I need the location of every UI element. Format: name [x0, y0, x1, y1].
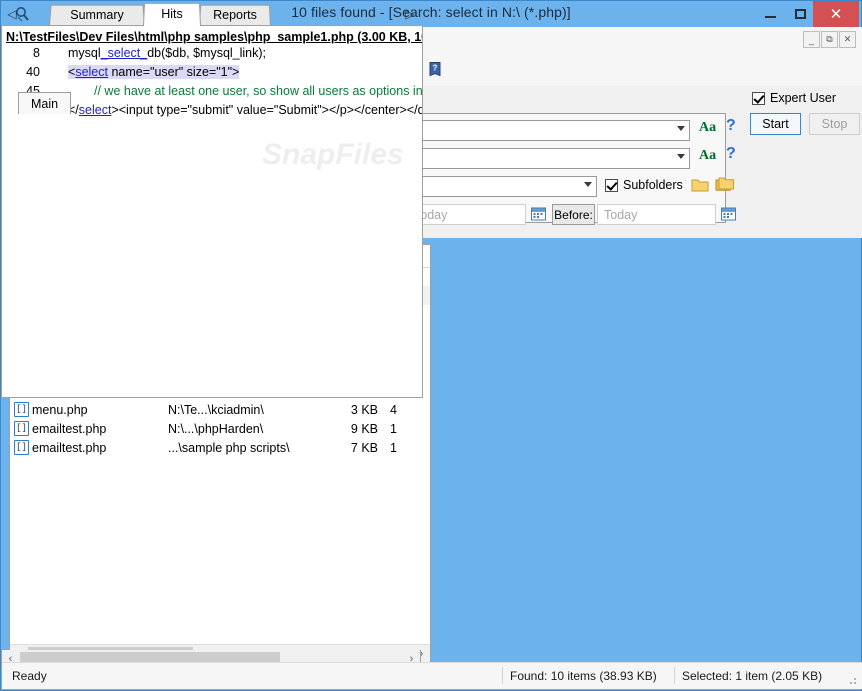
- php-file-icon: []: [14, 402, 29, 417]
- resize-grip[interactable]: [846, 674, 858, 686]
- application-window: 10 files found - [Search: select in N:\ …: [0, 0, 862, 691]
- before-calendar-icon[interactable]: [720, 205, 737, 225]
- cell-size: 7 KB: [310, 441, 378, 455]
- status-selected: Selected: 1 item (2.05 KB): [682, 663, 822, 688]
- maximize-button[interactable]: [785, 1, 815, 27]
- tab-scroll-prev-arrow[interactable]: ◁: [5, 5, 19, 23]
- php-file-icon: []: [14, 421, 29, 436]
- table-row[interactable]: []emailtest.php N:\...\phpHarden\ 9 KB 1: [10, 419, 430, 438]
- status-divider-1: [502, 667, 503, 684]
- chevron-down-icon[interactable]: [677, 126, 685, 131]
- hit-line-number: 40: [16, 65, 40, 79]
- stop-button[interactable]: Stop: [809, 113, 860, 135]
- expert-user-label: Expert User: [770, 91, 836, 105]
- tab-summary[interactable]: Summary: [49, 4, 145, 26]
- cell-location: N:\Te...\kciadmin\: [168, 403, 264, 417]
- modified-after-input[interactable]: Today: [407, 204, 526, 225]
- status-ready: Ready: [12, 663, 47, 688]
- cell-location: N:\...\phpHarden\: [168, 422, 263, 436]
- detail-pane: ◁ Summary Hits Reports ▷ N:\TestFiles\De…: [1, 1, 423, 420]
- cell-size: 3 KB: [310, 403, 378, 417]
- subfolders-label: Subfolders: [623, 178, 683, 192]
- file-name-help-icon[interactable]: ?: [726, 117, 736, 135]
- cell-location: ...\sample php scripts\: [168, 441, 290, 455]
- multiple-folders-icon[interactable]: [715, 176, 735, 196]
- checkbox-checked-icon: [605, 179, 618, 192]
- cell-name: emailtest.php: [32, 441, 106, 455]
- cell-hits: 1: [390, 441, 397, 455]
- detail-tabs: ◁ Summary Hits Reports ▷: [1, 1, 423, 26]
- hit-line-text: <select name="user" size="1">: [68, 65, 239, 79]
- status-bar: Ready Found: 10 items (38.93 KB) Selecte…: [2, 662, 862, 689]
- minimize-button[interactable]: [755, 1, 785, 27]
- chevron-down-icon-2[interactable]: [677, 154, 685, 159]
- mdi-minimize-button[interactable]: _: [803, 31, 820, 48]
- table-row[interactable]: []emailtest.php ...\sample php scripts\ 7 …: [10, 438, 430, 457]
- hit-line-text: mysql_select_db($db, $mysql_link);: [68, 46, 266, 60]
- hits-content[interactable]: N:\TestFiles\Dev Files\html\php samples\…: [1, 25, 423, 398]
- help-book-icon[interactable]: ?: [420, 54, 450, 84]
- tab-summary-label: Summary: [70, 8, 123, 22]
- tab-hits[interactable]: Hits: [143, 2, 201, 26]
- tab-reports[interactable]: Reports: [199, 4, 271, 26]
- hit-file-header[interactable]: N:\TestFiles\Dev Files\html\php samples\…: [6, 30, 422, 44]
- folder-icon[interactable]: [691, 177, 709, 196]
- checkbox-checked-icon-2: [752, 92, 765, 105]
- containing-text-help-icon[interactable]: ?: [726, 145, 736, 163]
- hit-line-text: </select><input type="submit" value="Sub…: [68, 103, 423, 117]
- close-button[interactable]: ✕: [813, 1, 859, 27]
- mdi-window-buttons: _ ⧉ ✕: [802, 31, 856, 48]
- tab-main[interactable]: Main: [18, 92, 71, 114]
- file-name-match-case-icon[interactable]: Aa: [699, 120, 716, 136]
- tab-hits-label: Hits: [161, 7, 183, 21]
- tab-scroll-next-arrow[interactable]: ▷: [403, 5, 417, 23]
- hit-line-number: 8: [16, 46, 40, 60]
- tab-reports-label: Reports: [213, 8, 257, 22]
- start-button[interactable]: Start: [750, 113, 801, 135]
- cell-hits: 1: [390, 422, 397, 436]
- mdi-close-button[interactable]: ✕: [839, 31, 856, 48]
- subfolders-checkbox[interactable]: Subfolders: [605, 178, 683, 192]
- expert-user-checkbox[interactable]: Expert User: [752, 91, 836, 105]
- cell-name: menu.php: [32, 403, 88, 417]
- hit-line-text: // we have at least one user, so show al…: [94, 84, 423, 98]
- table-row[interactable]: []menu.php N:\Te...\kciadmin\ 3 KB 4: [10, 400, 430, 419]
- containing-text-match-case-icon[interactable]: Aa: [699, 148, 716, 164]
- mdi-restore-button[interactable]: ⧉: [821, 31, 838, 48]
- status-divider-2: [674, 667, 675, 684]
- hit-line[interactable]: 8 mysql_select_db($db, $mysql_link);: [2, 46, 422, 65]
- php-file-icon: []: [14, 440, 29, 455]
- after-calendar-icon[interactable]: [530, 205, 547, 225]
- start-stop-buttons: Start Stop: [750, 113, 860, 135]
- svg-text:?: ?: [433, 64, 438, 73]
- modified-before-button[interactable]: Before:: [552, 204, 595, 225]
- modified-before-input[interactable]: Today: [597, 204, 716, 225]
- hit-line[interactable]: 40 <select name="user" size="1">: [2, 65, 422, 84]
- status-found: Found: 10 items (38.93 KB): [510, 663, 657, 688]
- watermark-text-2: SnapFiles: [262, 138, 404, 172]
- chevron-down-icon-3[interactable]: [584, 182, 592, 187]
- cell-hits: 4: [390, 403, 397, 417]
- cell-size: 9 KB: [310, 422, 378, 436]
- cell-name: emailtest.php: [32, 422, 106, 436]
